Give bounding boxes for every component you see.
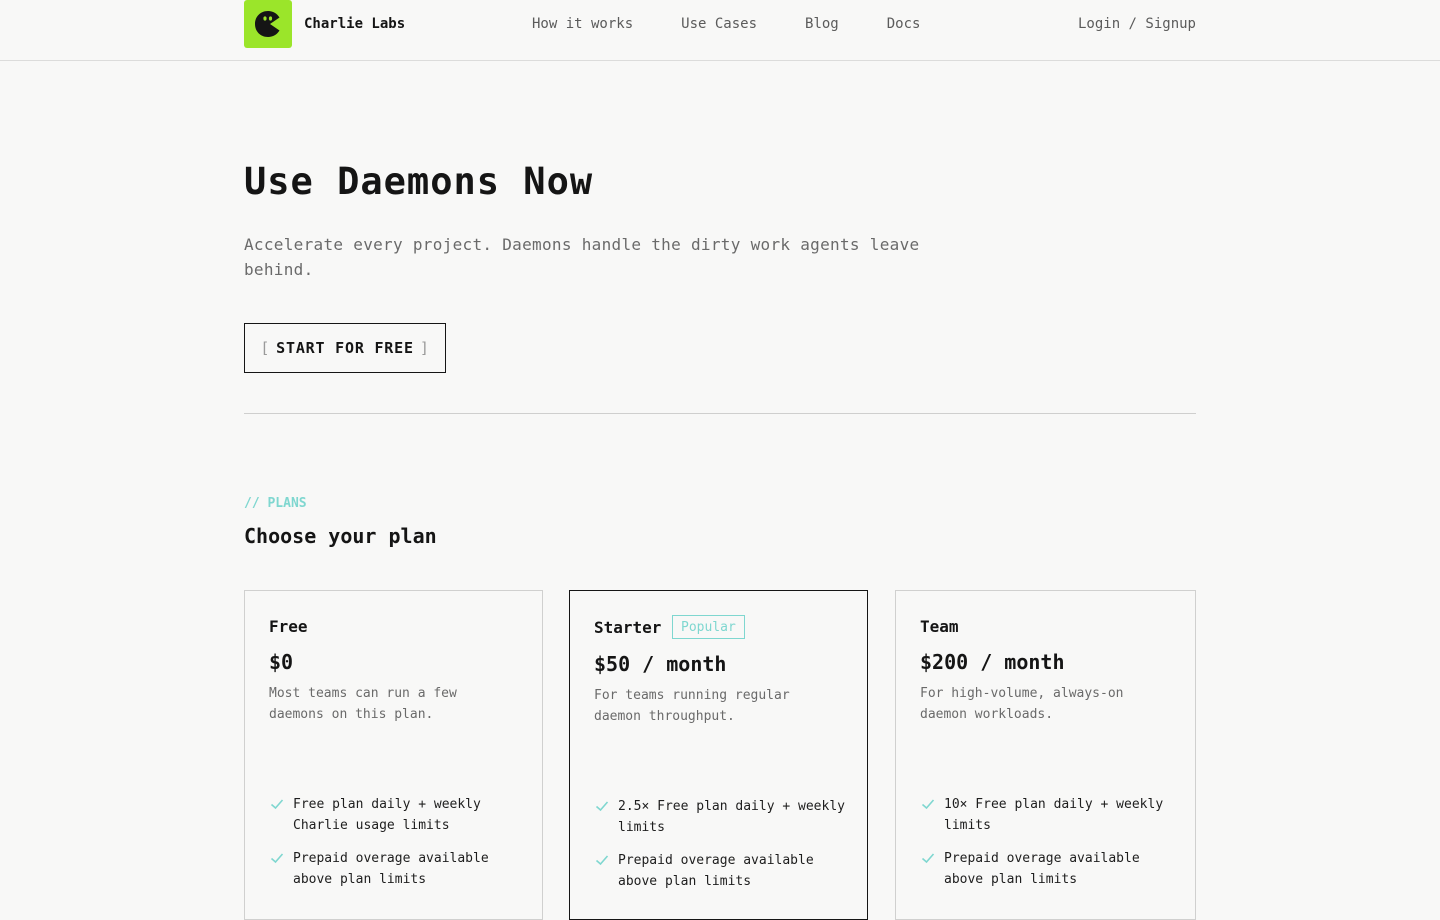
feature-item: Prepaid overage available above plan lim… (920, 848, 1180, 890)
plan-price: $50 / month (594, 652, 727, 676)
plan-description: Most teams can run a few daemons on this… (269, 686, 457, 722)
feature-text: 2.5× Free plan daily + weekly limits (618, 799, 845, 835)
feature-item: Prepaid overage available above plan lim… (269, 848, 529, 890)
main-nav: How it works Use Cases Blog Docs (532, 15, 920, 33)
bracket-close: ] (419, 339, 430, 357)
plan-name: Free (269, 617, 308, 636)
feature-item: 10× Free plan daily + weekly limits (920, 794, 1180, 836)
section-divider (244, 413, 1196, 414)
feature-text: Prepaid overage available above plan lim… (944, 851, 1140, 887)
feature-item: 2.5× Free plan daily + weekly limits (594, 796, 854, 838)
bracket-open: [ (260, 339, 271, 357)
plans-kicker: // PLANS (244, 496, 307, 511)
check-icon (921, 799, 935, 810)
plan-card-team[interactable]: Team $200 / month For high-volume, alway… (895, 590, 1196, 920)
top-navigation: Charlie Labs How it works Use Cases Blog… (0, 0, 1440, 61)
check-icon (270, 799, 284, 810)
login-signup-link[interactable]: Login / Signup (1078, 15, 1196, 33)
check-icon (270, 853, 284, 864)
plan-description: For high-volume, always-on daemon worklo… (920, 686, 1124, 722)
plan-name: Starter (594, 618, 662, 637)
nav-link-docs[interactable]: Docs (887, 15, 921, 33)
plan-name: Team (920, 617, 959, 636)
logo[interactable] (244, 0, 292, 48)
nav-link-how-it-works[interactable]: How it works (532, 15, 633, 33)
feature-text: 10× Free plan daily + weekly limits (944, 797, 1164, 833)
check-icon (921, 853, 935, 864)
charlie-mascot-icon (255, 11, 280, 37)
feature-text: Free plan daily + weekly Charlie usage l… (293, 797, 481, 833)
feature-item: Free plan daily + weekly Charlie usage l… (269, 794, 529, 836)
hero-title: Use Daemons Now (244, 160, 594, 203)
feature-text: Prepaid overage available above plan lim… (293, 851, 489, 887)
plan-features: 10× Free plan daily + weekly limits Prep… (920, 794, 1180, 902)
popular-badge: Popular (672, 615, 745, 639)
feature-text: Prepaid overage available above plan lim… (618, 853, 814, 889)
cta-label: START FOR FREE (276, 339, 414, 357)
plan-card-starter[interactable]: Starter Popular $50 / month For teams ru… (569, 590, 868, 920)
plan-description: For teams running regular daemon through… (594, 688, 790, 724)
plans-title: Choose your plan (244, 524, 437, 548)
check-icon (595, 855, 609, 866)
nav-link-blog[interactable]: Blog (805, 15, 839, 33)
plan-price: $200 / month (920, 650, 1065, 674)
nav-link-use-cases[interactable]: Use Cases (681, 15, 757, 33)
feature-item: Prepaid overage available above plan lim… (594, 850, 854, 892)
plan-features: 2.5× Free plan daily + weekly limits Pre… (594, 796, 854, 904)
plan-features: Free plan daily + weekly Charlie usage l… (269, 794, 529, 902)
brand-name[interactable]: Charlie Labs (304, 15, 405, 33)
plan-price: $0 (269, 650, 294, 674)
hero-subtitle: Accelerate every project. Daemons handle… (244, 235, 920, 279)
start-for-free-button[interactable]: [ START FOR FREE ] (244, 323, 446, 373)
check-icon (595, 801, 609, 812)
plan-card-free[interactable]: Free $0 Most teams can run a few daemons… (244, 590, 543, 920)
